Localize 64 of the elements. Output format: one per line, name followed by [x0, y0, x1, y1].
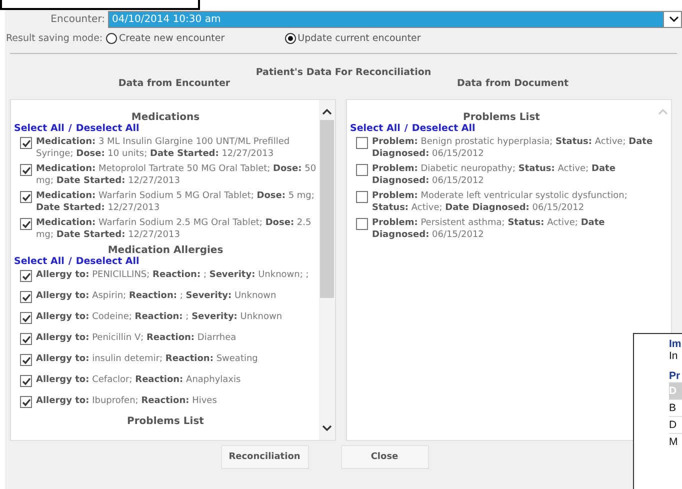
- item-text: Allergy to: Codeine; Reaction: ; Severity: Unknown: [36, 311, 282, 324]
- radio-label[interactable]: Update current encounter: [298, 33, 421, 44]
- scrollbar-thumb[interactable]: [320, 120, 334, 298]
- column-heading: Data from Encounter: [118, 78, 230, 89]
- scroll-up-icon[interactable]: [322, 108, 332, 115]
- dialog-button[interactable]: Reconciliation: [220, 445, 308, 469]
- deselect-all-link[interactable]: Deselect All: [76, 123, 140, 134]
- select-all-link[interactable]: Select All: [350, 123, 400, 134]
- radio-button[interactable]: [106, 33, 117, 44]
- separator: /: [68, 256, 72, 267]
- checkbox[interactable]: [356, 137, 368, 149]
- item-text: Allergy to: insulin detemir; Reaction: Sweating: [36, 353, 258, 366]
- item-text: Medication: Metoprolol Tartrate 50 MG Oral Tablet; Dose: 50 mg; Date Started: 12/27/2013: [36, 163, 317, 187]
- item-text: Allergy to: Cefaclor; Reaction: Anaphylaxis: [36, 374, 241, 387]
- item-text: Allergy to: Penicillin V; Reaction: Diarrhea: [36, 332, 236, 345]
- overlay-row: D: [669, 416, 682, 433]
- separator: /: [68, 123, 72, 134]
- section-title: Problems List: [126, 416, 205, 427]
- deselect-all-link[interactable]: Deselect All: [76, 256, 140, 267]
- checkbox[interactable]: [20, 164, 32, 176]
- select-all-link[interactable]: Select All: [14, 256, 64, 267]
- checkbox[interactable]: [20, 375, 32, 387]
- item-text: Problem: Moderate left ventricular systolic dysfunction; Status: Active; Date Diagnosed: 06/15/2012: [372, 190, 628, 214]
- item-text: Medication: 3 ML Insulin Glargine 100 UNT/ML Prefilled Syringe; Dose: 10 units; Date Started: 12/27/2013: [36, 136, 291, 160]
- section-title: Medications: [130, 112, 201, 123]
- item-text: Allergy to: Ibuprofen; Reaction: Hives: [36, 395, 217, 408]
- checkbox[interactable]: [20, 191, 32, 203]
- item-text: Allergy to: Aspirin; Reaction: ; Severity: Unknown: [36, 290, 276, 303]
- checkbox[interactable]: [20, 218, 32, 230]
- item-text: Allergy to: PENICILLINS; Reaction: ; Severity: Unknown; ;: [36, 269, 309, 282]
- field-label: Encounter:: [50, 14, 106, 25]
- checkbox[interactable]: [20, 270, 32, 282]
- item-text: Problem: Diabetic neuropathy; Status: Active; Date Diagnosed: 06/15/2012: [372, 163, 616, 187]
- section-title: Problems List: [462, 112, 541, 123]
- overlay-heading: Im: [669, 338, 682, 350]
- radio-label[interactable]: Create new encounter: [119, 33, 225, 44]
- field-label: Result saving mode:: [5, 33, 104, 44]
- checkbox[interactable]: [356, 218, 368, 230]
- checkbox[interactable]: [356, 191, 368, 203]
- item-text: Problem: Persistent asthma; Status: Active; Date Diagnosed: 06/15/2012: [372, 217, 606, 241]
- overlay-row: M: [669, 433, 682, 450]
- checkbox[interactable]: [20, 312, 32, 324]
- radio-button[interactable]: [284, 33, 296, 44]
- overlay-text: In: [669, 350, 679, 362]
- column-heading: Data from Document: [456, 78, 569, 89]
- checkbox[interactable]: [356, 164, 368, 176]
- select-all-link[interactable]: Select All: [14, 123, 64, 134]
- caret-icon: [669, 16, 679, 23]
- separator: /: [404, 123, 408, 134]
- scroll-down-icon[interactable]: [322, 425, 332, 432]
- item-text: Medication: Warfarin Sodium 5 MG Oral Tablet; Dose: 5 mg; Date Started: 12/27/2013: [36, 190, 316, 214]
- checkbox[interactable]: [20, 291, 32, 303]
- checkbox[interactable]: [20, 396, 32, 408]
- checkbox[interactable]: [20, 333, 32, 345]
- checkbox[interactable]: [20, 354, 32, 366]
- item-text: Medication: Warfarin Sodium 2.5 MG Oral Tablet; Dose: 2.5 mg; Date Started: 12/27/2013: [36, 217, 312, 241]
- overlay-row: B: [669, 399, 682, 416]
- dialog-button[interactable]: Close: [340, 445, 428, 469]
- checkbox[interactable]: [20, 137, 32, 149]
- overlay-heading: Pr: [669, 370, 682, 382]
- section-title: Medication Allergies: [106, 245, 224, 256]
- item-text: Problem: Benign prostatic hyperplasia; Status: Active; Date Diagnosed: 06/15/2012: [372, 136, 653, 160]
- deselect-all-link[interactable]: Deselect All: [412, 123, 476, 134]
- page-title: Patient's Data For Reconciliation: [254, 67, 432, 78]
